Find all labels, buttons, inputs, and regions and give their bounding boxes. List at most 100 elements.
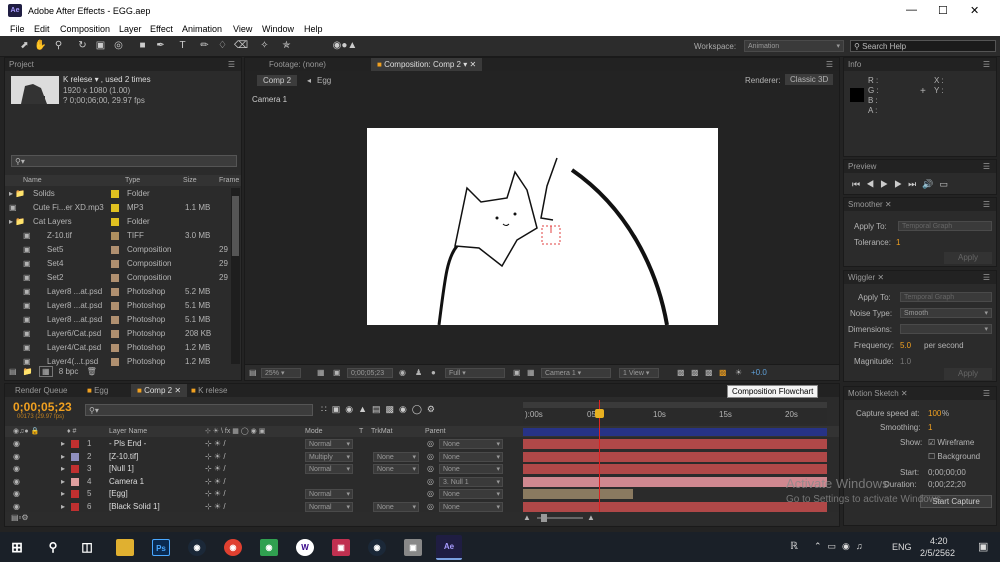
noise-type-select[interactable]: Smooth ▾ bbox=[900, 308, 992, 318]
toggle-pixel-icon[interactable]: ▩ bbox=[677, 368, 685, 377]
bpc-label[interactable]: 8 bpc bbox=[59, 367, 79, 376]
composition-canvas[interactable] bbox=[367, 128, 718, 326]
visibility-icon[interactable]: ◉ bbox=[13, 476, 20, 488]
project-item[interactable]: ▣ Layer8 ...at.psd Photoshop 5.2 MB bbox=[5, 285, 245, 299]
label-color-swatch[interactable] bbox=[111, 218, 119, 226]
playhead-handle[interactable] bbox=[595, 409, 604, 418]
col-t[interactable]: T bbox=[359, 426, 363, 437]
project-item[interactable]: ▣ Z-10.tif TIFF 3.0 MB bbox=[5, 229, 245, 243]
camera-select[interactable]: Camera 1 ▾ bbox=[541, 368, 611, 378]
app-icon-gray[interactable]: ▣ bbox=[404, 539, 422, 556]
col-name[interactable]: Name bbox=[23, 175, 42, 186]
footage-tab[interactable]: Footage: (none) bbox=[269, 60, 326, 69]
trkmat-select[interactable]: None ▾ bbox=[373, 501, 419, 512]
project-item[interactable]: ▣ Set2 Composition 29 bbox=[5, 271, 245, 285]
work-area-bar[interactable] bbox=[523, 402, 827, 408]
language-indicator[interactable]: ENG bbox=[892, 542, 912, 552]
expand-arrow-icon[interactable]: ▸ bbox=[61, 463, 65, 475]
layer-switch-icons[interactable]: ⊹ ☀ / bbox=[205, 463, 226, 475]
brush-tool-icon[interactable]: ✏ bbox=[198, 39, 211, 52]
comp2-timeline-tab[interactable]: ■ Comp 2 ✕ bbox=[131, 384, 188, 397]
project-item[interactable]: ▸ 📁 Solids Folder bbox=[5, 187, 245, 201]
label-color-swatch[interactable] bbox=[111, 246, 119, 254]
background-checkbox[interactable]: ☐ Background bbox=[928, 452, 980, 461]
magnitude-value[interactable]: 1.0 bbox=[900, 357, 911, 366]
mask-visibility-icon[interactable]: ▣ bbox=[333, 368, 341, 377]
menu-animation[interactable]: Animation bbox=[182, 24, 222, 34]
eraser-tool-icon[interactable]: ⌫ bbox=[234, 39, 248, 52]
label-color-swatch[interactable] bbox=[111, 316, 119, 324]
preview-tab[interactable]: Preview ☰ bbox=[844, 160, 996, 173]
layer-switch-icons[interactable]: ⊹ ☀ / bbox=[205, 488, 226, 500]
label-color-swatch[interactable] bbox=[111, 358, 119, 366]
maximize-icon[interactable]: ☐ bbox=[938, 4, 948, 17]
expand-arrow-icon[interactable]: ▸ bbox=[61, 451, 65, 463]
label-color-swatch[interactable] bbox=[111, 260, 119, 268]
parent-select[interactable]: None ▾ bbox=[439, 451, 503, 462]
project-item[interactable]: ▣ Cute Fi...er XD.mp3 MP3 1.1 MB bbox=[5, 201, 245, 215]
layer-name[interactable]: [Z-10.tif] bbox=[109, 451, 138, 463]
composition-tab[interactable]: ■ Composition: Comp 2 ▾ ✕ bbox=[371, 58, 483, 71]
exposure-value[interactable]: +0.0 bbox=[751, 368, 767, 377]
minimize-icon[interactable]: — bbox=[906, 4, 917, 16]
label-color-swatch[interactable] bbox=[111, 204, 119, 212]
label-color-swatch[interactable] bbox=[111, 288, 119, 296]
resolution-select[interactable]: Full ▾ bbox=[445, 368, 505, 378]
axis-mode-icon[interactable]: ◉●▲ bbox=[330, 39, 360, 52]
dimensions-select[interactable]: ▾ bbox=[900, 324, 992, 334]
time-ruler[interactable]: ):00s 05s 10s 15s 20s bbox=[523, 400, 827, 424]
wiggler-apply-button[interactable]: Apply bbox=[944, 368, 992, 380]
exposure-icon[interactable]: ☀ bbox=[735, 368, 742, 377]
col-frame[interactable]: Frame bbox=[219, 175, 239, 186]
layer-row[interactable]: ◉ ▸ 1 - Pls End - ⊹ ☀ / Normal ▾ ◎ None ▾ bbox=[5, 438, 835, 450]
pickwhip-icon[interactable]: ◎ bbox=[427, 488, 434, 500]
close-icon[interactable]: ✕ bbox=[970, 4, 979, 17]
people-icon[interactable]: ℝ bbox=[790, 541, 798, 552]
rectangle-tool-icon[interactable]: ■ bbox=[136, 39, 149, 52]
project-item[interactable]: ▣ Set5 Composition 29 bbox=[5, 243, 245, 257]
col-mode[interactable]: Mode bbox=[305, 426, 323, 437]
channel-icon[interactable]: ● bbox=[431, 368, 436, 377]
k-relese-tab[interactable]: ■ K relese bbox=[191, 384, 227, 397]
layer-row[interactable]: ◉ ▸ 6 [Black Solid 1] ⊹ ☀ / Normal ▾ None ▾ ◎ None… bbox=[5, 501, 835, 513]
frequency-value[interactable]: 5.0 bbox=[900, 341, 911, 350]
zoom-out-icon[interactable]: ▲ bbox=[523, 513, 531, 522]
timeline-search-input[interactable]: ⚲▾ bbox=[85, 404, 313, 416]
show-snapshot-icon[interactable]: ♟ bbox=[415, 368, 422, 377]
layer-label-color[interactable] bbox=[71, 477, 79, 486]
expand-arrow-icon[interactable]: ▸ bbox=[61, 438, 65, 450]
layer-duration-bar[interactable] bbox=[523, 501, 827, 512]
parent-select[interactable]: 3. Null 1 ▾ bbox=[439, 476, 503, 487]
blend-mode-select[interactable]: Normal ▾ bbox=[305, 501, 353, 512]
project-item[interactable]: ▸ 📁 Cat Layers Folder bbox=[5, 215, 245, 229]
type-tool-icon[interactable]: T bbox=[176, 39, 189, 52]
smoother-tab[interactable]: Smoother ✕ ☰ bbox=[844, 198, 996, 211]
renderer-value[interactable]: Classic 3D bbox=[785, 74, 834, 85]
menu-file[interactable]: File bbox=[10, 24, 25, 34]
timeline-icon[interactable]: ▩ bbox=[705, 368, 713, 377]
motion-sketch-tab[interactable]: Motion Sketch ✕ ☰ bbox=[844, 387, 996, 400]
photoshop-icon[interactable]: Ps bbox=[152, 539, 170, 556]
visibility-icon[interactable]: ◉ bbox=[13, 451, 20, 463]
visibility-icon[interactable]: ◉ bbox=[13, 501, 20, 513]
col-size[interactable]: Size bbox=[183, 175, 197, 186]
always-preview-icon[interactable]: ▤ bbox=[249, 368, 257, 377]
interpret-footage-icon[interactable]: ▤ bbox=[9, 367, 17, 376]
layer-duration-bar[interactable] bbox=[523, 464, 827, 474]
parent-select[interactable]: None ▾ bbox=[439, 501, 503, 512]
layer-row[interactable]: ◉ ▸ 3 [Null 1] ⊹ ☀ / Normal ▾ None ▾ ◎ None ▾ bbox=[5, 463, 835, 475]
app-icon-green[interactable]: ◉ bbox=[260, 539, 278, 556]
tray-icons[interactable]: ⌃▭◉♫ bbox=[814, 541, 869, 552]
menu-layer[interactable]: Layer bbox=[119, 24, 142, 34]
info-tab[interactable]: Info ☰ bbox=[844, 58, 996, 71]
render-queue-tab[interactable]: Render Queue bbox=[15, 384, 67, 397]
layer-switch-icons[interactable]: ⊹ ☀ / bbox=[205, 501, 226, 513]
layer-label-color[interactable] bbox=[71, 440, 79, 448]
hand-tool-icon[interactable]: ✋ bbox=[34, 39, 47, 52]
pickwhip-icon[interactable]: ◎ bbox=[427, 438, 434, 450]
roto-brush-tool-icon[interactable]: ✧ bbox=[258, 39, 271, 52]
layer-name[interactable]: [Egg] bbox=[109, 488, 128, 500]
label-color-swatch[interactable] bbox=[111, 302, 119, 310]
fast-preview-icon[interactable]: ▩ bbox=[691, 368, 699, 377]
parent-select[interactable]: None ▾ bbox=[439, 464, 503, 474]
